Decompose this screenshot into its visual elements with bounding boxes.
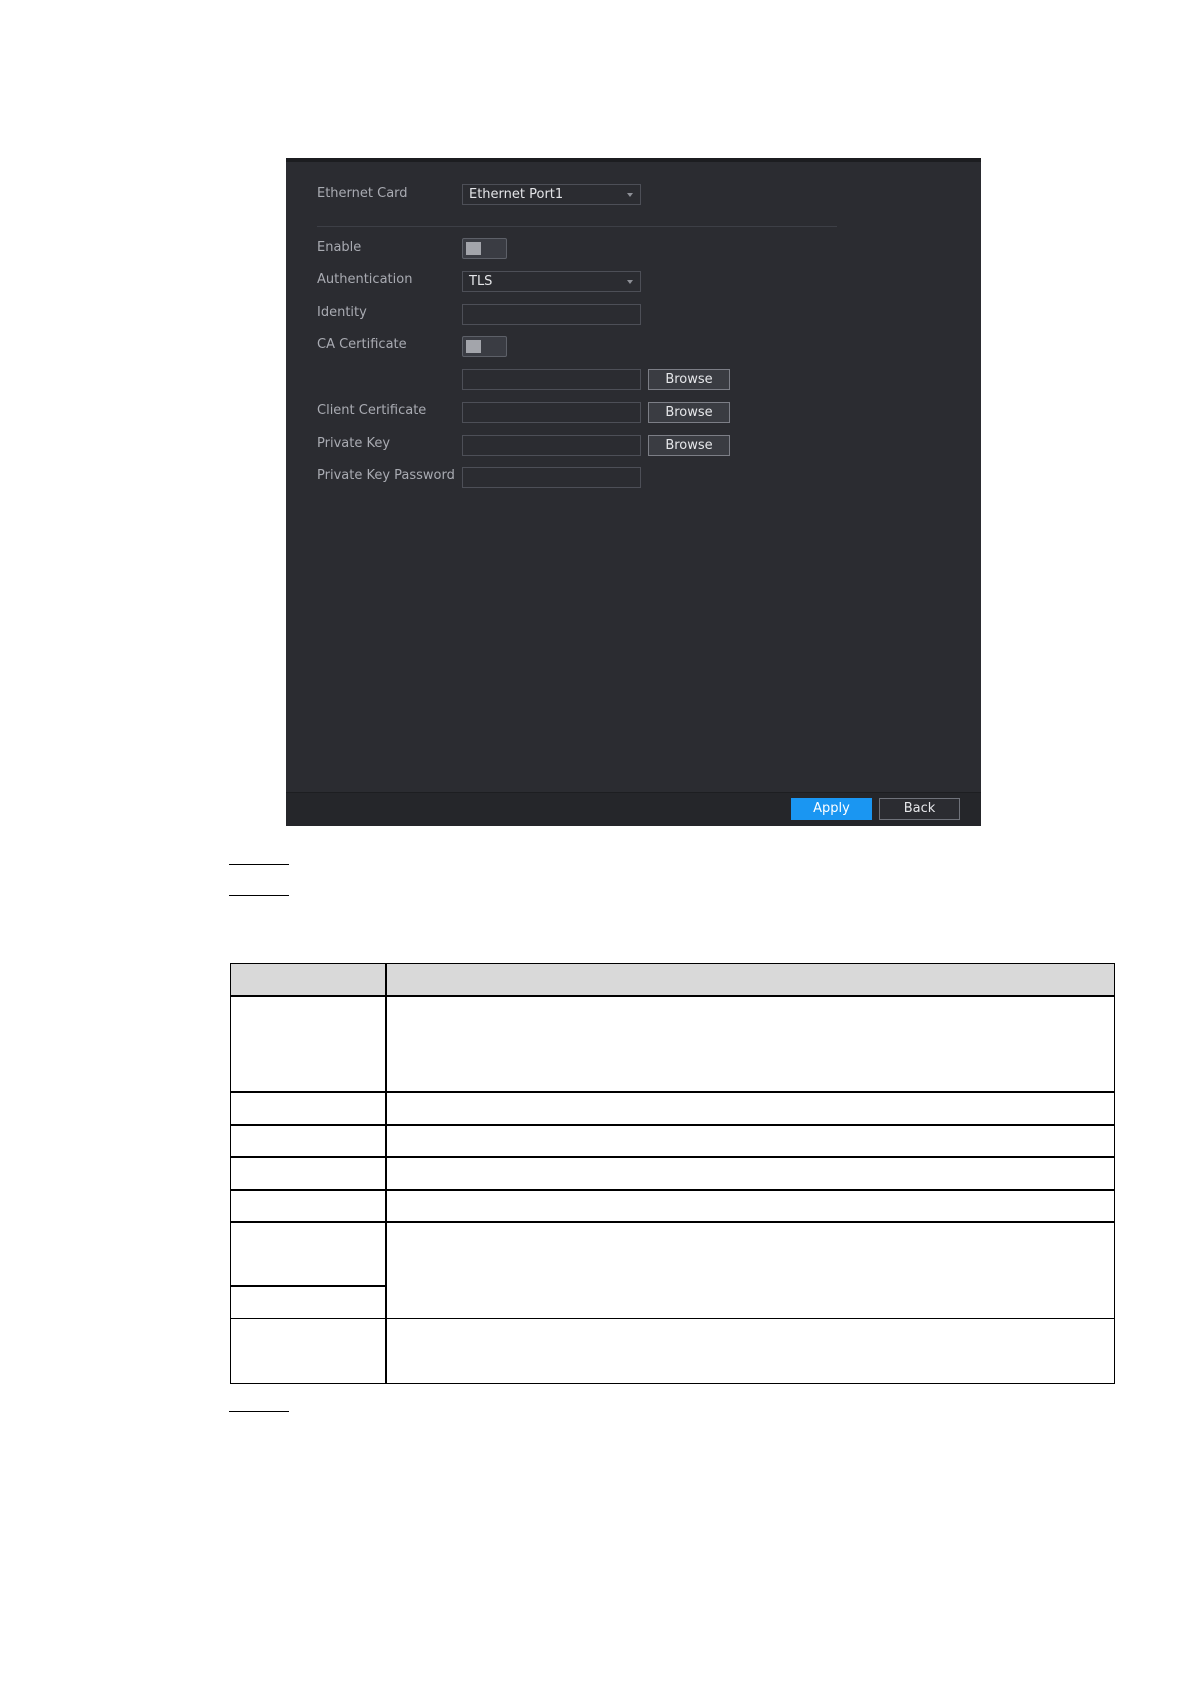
ethernet-card-label: Ethernet Card bbox=[317, 186, 408, 201]
network-8021x-panel: Ethernet Card Ethernet Port1 Enable Auth… bbox=[286, 158, 981, 826]
ethernet-card-value: Ethernet Port1 bbox=[469, 187, 564, 202]
table-row-line bbox=[230, 1221, 1115, 1223]
ca-certificate-browse-button[interactable]: Browse bbox=[648, 369, 730, 390]
divider bbox=[317, 226, 837, 227]
table-row-line bbox=[230, 995, 1115, 997]
private-key-label: Private Key bbox=[317, 436, 391, 451]
table-row-line bbox=[230, 1189, 1115, 1191]
enable-label: Enable bbox=[317, 240, 362, 255]
step-underline bbox=[229, 864, 289, 865]
authentication-label: Authentication bbox=[317, 272, 413, 287]
client-certificate-browse-button[interactable]: Browse bbox=[648, 402, 730, 423]
authentication-value: TLS bbox=[469, 274, 493, 289]
toggle-knob bbox=[466, 340, 481, 353]
client-certificate-input[interactable] bbox=[462, 402, 641, 423]
private-key-browse-button[interactable]: Browse bbox=[648, 435, 730, 456]
client-certificate-label: Client Certificate bbox=[317, 403, 427, 418]
ca-certificate-toggle[interactable] bbox=[462, 336, 507, 357]
table-column-divider bbox=[385, 963, 387, 1384]
table-row-line bbox=[230, 1124, 1115, 1126]
ethernet-card-select[interactable]: Ethernet Port1 bbox=[462, 184, 641, 205]
identity-input[interactable] bbox=[462, 304, 641, 325]
chevron-down-icon bbox=[627, 193, 633, 197]
identity-label: Identity bbox=[317, 305, 367, 320]
panel-footer: Apply Back bbox=[286, 792, 981, 826]
step-underline bbox=[229, 895, 289, 896]
table-border bbox=[1114, 963, 1115, 1384]
apply-button[interactable]: Apply bbox=[791, 798, 872, 820]
table-border bbox=[230, 963, 1115, 964]
private-key-password-input[interactable] bbox=[462, 467, 641, 488]
ca-certificate-file-input[interactable] bbox=[462, 369, 641, 390]
table-header bbox=[230, 963, 1115, 996]
parameter-table bbox=[230, 963, 1115, 1384]
back-button[interactable]: Back bbox=[879, 798, 960, 820]
private-key-input[interactable] bbox=[462, 435, 641, 456]
enable-toggle[interactable] bbox=[462, 238, 507, 259]
authentication-select[interactable]: TLS bbox=[462, 271, 641, 292]
private-key-password-label: Private Key Password bbox=[317, 468, 455, 483]
step-underline bbox=[229, 1411, 289, 1412]
ca-certificate-label: CA Certificate bbox=[317, 337, 407, 352]
table-row-line bbox=[230, 1285, 386, 1287]
chevron-down-icon bbox=[627, 280, 633, 284]
table-border bbox=[230, 1383, 1115, 1384]
table-row-line bbox=[230, 1318, 1115, 1319]
table-row-line bbox=[230, 1156, 1115, 1158]
toggle-knob bbox=[466, 242, 481, 255]
table-row-line bbox=[230, 1091, 1115, 1093]
table-border bbox=[230, 963, 231, 1384]
